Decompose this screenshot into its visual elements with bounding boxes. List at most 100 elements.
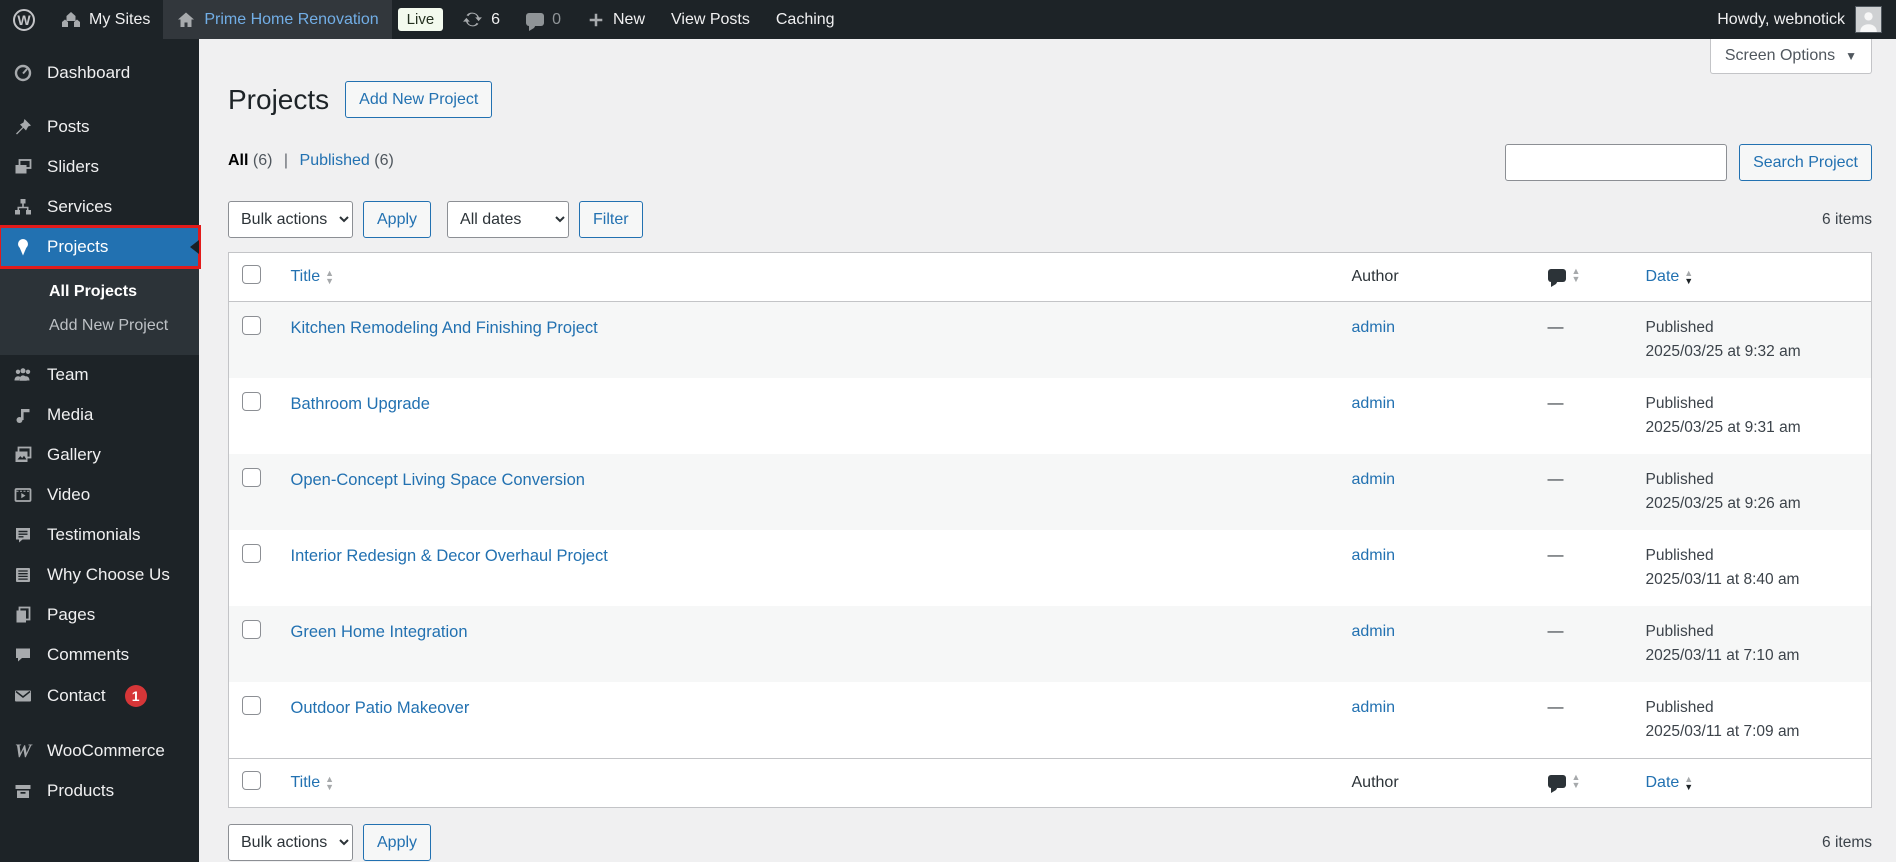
select-all-checkbox[interactable] [242, 265, 261, 284]
sidebar-item-projects[interactable]: Projects [0, 225, 201, 269]
table-row: Interior Redesign & Decor Overhaul Proje… [229, 530, 1872, 606]
submenu-item-add-new-project[interactable]: Add New Project [0, 309, 199, 343]
sidebar-item-comments[interactable]: Comments [0, 635, 199, 675]
author-link[interactable]: admin [1352, 319, 1396, 336]
dashboard-gauge-icon [12, 63, 34, 83]
sidebar-item-video[interactable]: Video [0, 475, 199, 515]
author-link[interactable]: admin [1352, 395, 1396, 412]
date-filter-select[interactable]: All dates [447, 201, 570, 238]
sort-by-date[interactable]: Date ▲ ▼ [1646, 774, 1694, 792]
wordpress-logo-icon: W [13, 8, 35, 31]
row-checkbox[interactable] [242, 392, 261, 412]
sort-arrows-icon: ▲ ▼ [1684, 268, 1694, 286]
project-title-link[interactable]: Green Home Integration [291, 623, 468, 641]
bulk-actions-select-bottom[interactable]: Bulk actions [228, 824, 353, 862]
view-all-link[interactable]: All (6) [228, 152, 272, 169]
menu-separator [0, 93, 199, 107]
sort-by-comments[interactable]: ▲ ▼ [1547, 772, 1581, 793]
sort-by-title[interactable]: Title ▲ ▼ [291, 774, 335, 792]
list-lines-icon [12, 565, 34, 585]
comments-menu[interactable]: 0 [513, 0, 574, 39]
author-link[interactable]: admin [1352, 623, 1396, 640]
screen-options-label: Screen Options [1724, 47, 1836, 64]
sidebar-item-gallery[interactable]: Gallery [0, 435, 199, 475]
view-posts-menu[interactable]: View Posts [658, 0, 763, 39]
author-link[interactable]: admin [1352, 471, 1396, 488]
sort-by-comments[interactable]: ▲ ▼ [1547, 267, 1580, 287]
project-title-link[interactable]: Interior Redesign & Decor Overhaul Proje… [291, 547, 608, 565]
add-new-project-button[interactable]: Add New Project [345, 81, 493, 118]
status-text: Published [1645, 395, 1714, 413]
admin-sidebar: Dashboard Posts Sliders Services Project… [0, 39, 201, 862]
sidebar-item-pages[interactable]: Pages [0, 595, 199, 635]
project-title-link[interactable]: Bathroom Upgrade [291, 395, 430, 413]
sidebar-item-dashboard[interactable]: Dashboard [0, 53, 199, 93]
table-footer-row: Title ▲ ▼ Author ▲ ▼ Date ▲ ▼ [228, 758, 1872, 808]
view-posts-label: View Posts [671, 10, 750, 28]
sidebar-item-services[interactable]: Services [0, 187, 199, 227]
people-group-icon [12, 365, 34, 385]
sidebar-label: Projects [47, 237, 109, 256]
main-content: Screen Options ▼ Projects Add New Projec… [199, 39, 1896, 862]
screen-options-tab[interactable]: Screen Options ▼ [1709, 39, 1872, 74]
project-title-link[interactable]: Kitchen Remodeling And Finishing Project [291, 319, 598, 337]
view-published-link[interactable]: Published (6) [300, 152, 394, 169]
row-checkbox[interactable] [242, 696, 261, 716]
sort-arrows-icon: ▲ ▼ [1571, 772, 1581, 791]
table-row: Outdoor Patio Makeover admin — Published… [229, 682, 1872, 759]
my-sites-menu[interactable]: My Sites [48, 0, 163, 39]
submenu-item-all-projects[interactable]: All Projects [0, 275, 199, 309]
sidebar-label: Pages [47, 605, 96, 624]
search-input[interactable] [1505, 144, 1728, 181]
updates-icon [462, 9, 483, 30]
new-content-menu[interactable]: New [574, 0, 658, 39]
sidebar-item-team[interactable]: Team [0, 355, 199, 395]
active-menu-arrow-icon [190, 240, 199, 254]
updates-menu[interactable]: 6 [449, 0, 513, 39]
sidebar-label: Dashboard [47, 63, 131, 82]
video-player-icon [12, 485, 34, 505]
post-status-views: All (6) | Published (6) [228, 144, 394, 170]
author-link[interactable]: admin [1352, 699, 1396, 716]
row-checkbox[interactable] [242, 620, 261, 640]
comments-column-icon [1547, 774, 1566, 793]
menu-separator [0, 717, 199, 731]
project-title-link[interactable]: Outdoor Patio Makeover [291, 699, 470, 717]
apply-button-bottom[interactable]: Apply [363, 824, 432, 862]
tablenav-bottom: Bulk actions Apply 6 items [228, 808, 1872, 862]
row-checkbox[interactable] [242, 468, 261, 488]
updates-count: 6 [491, 10, 501, 28]
sidebar-item-sliders[interactable]: Sliders [0, 147, 199, 187]
sidebar-item-media[interactable]: Media [0, 395, 199, 435]
howdy-account-menu[interactable]: Howdy, webnotick [1717, 11, 1845, 29]
stacked-pages-icon [12, 605, 34, 625]
wordpress-logo-menu[interactable]: W [0, 0, 48, 39]
sidebar-item-posts[interactable]: Posts [0, 107, 199, 147]
user-avatar[interactable] [1855, 6, 1882, 33]
sidebar-item-testimonials[interactable]: Testimonials [0, 515, 199, 555]
date-text: 2025/03/11 at 7:10 am [1645, 647, 1800, 665]
filter-button[interactable]: Filter [579, 201, 643, 238]
project-title-link[interactable]: Open-Concept Living Space Conversion [291, 471, 585, 489]
sidebar-item-woocommerce[interactable]: W WooCommerce [0, 731, 199, 771]
caching-menu[interactable]: Caching [763, 0, 848, 39]
site-name-menu[interactable]: Prime Home Renovation [163, 0, 392, 39]
status-text: Published [1645, 623, 1714, 641]
sort-arrows-icon: ▲ ▼ [325, 268, 335, 286]
author-column-header: Author [1351, 774, 1399, 792]
sort-by-title[interactable]: Title ▲ ▼ [291, 268, 335, 286]
select-all-checkbox[interactable] [242, 771, 261, 791]
search-project-button[interactable]: Search Project [1739, 144, 1872, 181]
author-link[interactable]: admin [1352, 547, 1396, 564]
table-row: Open-Concept Living Space Conversion adm… [228, 454, 1872, 531]
apply-button[interactable]: Apply [363, 201, 432, 238]
sidebar-item-why-choose-us[interactable]: Why Choose Us [0, 555, 199, 595]
sidebar-label: Why Choose Us [47, 565, 170, 584]
sort-by-date[interactable]: Date ▲ ▼ [1646, 268, 1694, 286]
row-checkbox[interactable] [242, 544, 261, 564]
sidebar-item-contact[interactable]: Contact 1 [0, 675, 199, 717]
date-text: 2025/03/11 at 7:09 am [1645, 723, 1800, 741]
row-checkbox[interactable] [242, 316, 261, 335]
sidebar-item-products[interactable]: Products [0, 771, 199, 811]
bulk-actions-select[interactable]: Bulk actions [228, 201, 353, 238]
